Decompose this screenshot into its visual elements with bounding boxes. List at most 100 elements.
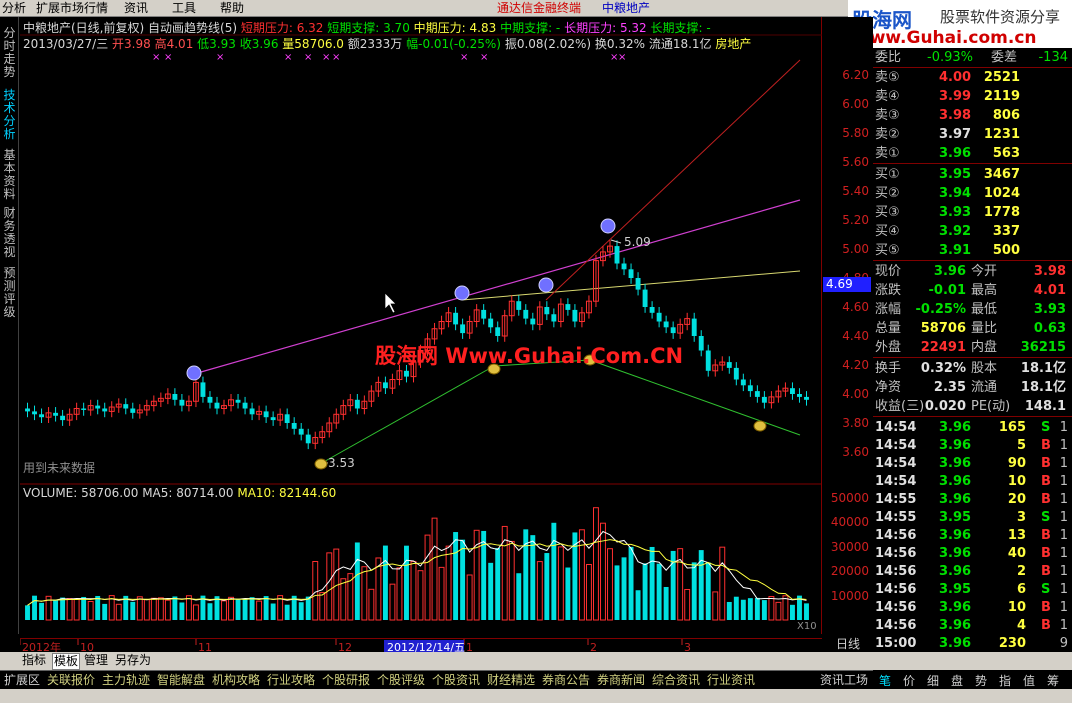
status-link[interactable]: 关联报价 bbox=[47, 673, 95, 687]
volume-bar-down bbox=[530, 535, 536, 620]
tab-technical[interactable]: 技术分析 bbox=[2, 89, 17, 141]
volume-bar-up bbox=[157, 597, 164, 621]
status-link[interactable]: 财经精选 bbox=[487, 673, 535, 687]
status-link[interactable]: 机构攻略 bbox=[212, 673, 260, 687]
short-pressure: 短期压力: 6.32 bbox=[240, 21, 324, 35]
stat-label: 内盘 bbox=[971, 340, 998, 355]
kline-chart[interactable]: 5.093.53× × × × × × × × × × ×X10 bbox=[20, 17, 822, 638]
stat-label: 最低 bbox=[971, 302, 998, 317]
candle-body-down bbox=[705, 350, 711, 371]
candle-body-down bbox=[670, 327, 676, 334]
tick-row: 14:54 3.96 90 B 1 bbox=[873, 454, 1072, 473]
status-link[interactable]: 综合资讯 bbox=[652, 673, 700, 687]
volume-bar-up bbox=[73, 598, 80, 621]
ask-label: 卖③ bbox=[875, 108, 900, 123]
quote-view-tab[interactable]: 细 bbox=[927, 672, 939, 689]
bid-volume: 500 bbox=[992, 243, 1020, 258]
quote-separator bbox=[873, 416, 1072, 417]
period-selector[interactable]: 日线 bbox=[823, 636, 873, 652]
tick-count: 1 bbox=[1059, 420, 1068, 435]
tab-manage[interactable]: 管理 bbox=[84, 653, 108, 668]
quote-view-tab[interactable]: 价 bbox=[903, 672, 915, 689]
status-link[interactable]: 行业资讯 bbox=[707, 673, 755, 687]
ask-row: 卖② 3.97 1231 bbox=[873, 125, 1072, 144]
support-bag-icon bbox=[753, 420, 767, 432]
candle-body-down bbox=[53, 412, 59, 416]
menu-item-tools[interactable]: 工具 bbox=[172, 1, 196, 15]
chart-area[interactable]: 5.09 3.53 × × × × × × × × × × × X10 中粮地产(日线,前复权) 自动画趋… bbox=[19, 17, 822, 654]
tab-fundamentals[interactable]: 基本资料 bbox=[2, 149, 17, 201]
tab-intraday[interactable]: 分时走势 bbox=[2, 27, 17, 79]
volume-bar-up bbox=[775, 601, 782, 621]
tick-time: 14:56 bbox=[875, 564, 917, 579]
tick-time: 14:56 bbox=[875, 600, 917, 615]
weibi-label: 委比 bbox=[875, 50, 902, 65]
tab-template[interactable]: 模板 bbox=[52, 653, 81, 670]
price-tick-label: 6.00 bbox=[842, 97, 869, 111]
status-link[interactable]: 资讯工场 bbox=[820, 673, 868, 687]
menu-item-news[interactable]: 资讯 bbox=[124, 1, 148, 15]
volume-bar-down bbox=[249, 597, 255, 620]
event-marker-icon: × bbox=[460, 52, 468, 63]
sector: 房地产 bbox=[715, 37, 752, 51]
quote-view-tab[interactable]: 筹 bbox=[1047, 672, 1059, 689]
stock-name-title: 中粮地产 bbox=[602, 1, 651, 15]
candle-body-down bbox=[565, 304, 571, 310]
tick-volume: 10 bbox=[1007, 600, 1026, 615]
price-tick-label: 5.40 bbox=[842, 184, 869, 198]
tick-time: 14:55 bbox=[875, 510, 917, 525]
volume-bar-up bbox=[684, 588, 691, 621]
quote-view-tab[interactable]: 值 bbox=[1023, 672, 1035, 689]
logo-url: www.Guhai.com.cn bbox=[854, 28, 1037, 48]
tick-count: 1 bbox=[1059, 618, 1068, 633]
tab-save-as[interactable]: 另存为 bbox=[115, 653, 151, 668]
menu-item-ext-market[interactable]: 扩展市场行情 bbox=[36, 1, 108, 15]
candle-body-down bbox=[761, 396, 767, 403]
volume-bar-down bbox=[39, 602, 45, 620]
tab-financials[interactable]: 财务透视 bbox=[2, 207, 17, 259]
quote-view-tab[interactable]: 势 bbox=[975, 672, 987, 689]
menu-item-analysis[interactable]: 分析 bbox=[2, 1, 26, 15]
status-link[interactable]: 个股评级 bbox=[377, 673, 425, 687]
tick-price: 3.96 bbox=[939, 420, 972, 435]
quote-view-tab[interactable]: 笔 bbox=[879, 672, 891, 689]
status-link[interactable]: 智能解盘 bbox=[157, 673, 205, 687]
volume-bar-down bbox=[284, 604, 290, 620]
stat-label: 总量 bbox=[875, 321, 902, 336]
tab-rating[interactable]: 预测评级 bbox=[2, 267, 17, 319]
candle-body-down bbox=[481, 309, 487, 319]
tick-time: 14:54 bbox=[875, 474, 917, 489]
stat-value: 2.35 bbox=[933, 380, 966, 395]
tab-indicator[interactable]: 指标 bbox=[22, 653, 46, 668]
status-link[interactable]: 个股资讯 bbox=[432, 673, 480, 687]
volume-bar-down bbox=[404, 545, 409, 620]
volume-bar-down bbox=[565, 567, 571, 620]
quote-view-tab[interactable]: 指 bbox=[999, 672, 1011, 689]
status-link[interactable]: 行业攻略 bbox=[267, 673, 315, 687]
candle-body-down bbox=[354, 399, 360, 409]
volume-bar-up bbox=[150, 597, 157, 621]
bid-price: 3.94 bbox=[939, 186, 972, 201]
tick-side: B bbox=[1041, 492, 1051, 507]
menu-item-help[interactable]: 帮助 bbox=[220, 1, 244, 15]
volume-bar-up bbox=[326, 552, 333, 621]
quote-view-tab[interactable]: 盘 bbox=[951, 672, 963, 689]
status-link[interactable]: 券商公告 bbox=[542, 673, 590, 687]
volume-bar-up bbox=[417, 570, 424, 621]
status-link[interactable]: 主力轨迹 bbox=[102, 673, 150, 687]
ask-label: 卖② bbox=[875, 127, 900, 142]
status-link[interactable]: 扩展区 bbox=[4, 673, 40, 687]
volume-bar-up bbox=[578, 529, 585, 621]
event-marker-icon: × bbox=[284, 52, 292, 63]
pressure-face-icon bbox=[186, 365, 202, 381]
status-link[interactable]: 个股研报 bbox=[322, 673, 370, 687]
volume-bar-up bbox=[228, 596, 234, 621]
app-title: 通达信金融终端 bbox=[497, 1, 582, 15]
tick-count: 1 bbox=[1059, 564, 1068, 579]
volume-bar-down bbox=[754, 597, 760, 620]
volume-bar-up bbox=[466, 574, 473, 621]
candle-body-down bbox=[39, 414, 45, 418]
ask-volume: 563 bbox=[992, 146, 1020, 161]
stat-label: 收益(三) bbox=[875, 399, 925, 414]
status-link[interactable]: 券商新闻 bbox=[597, 673, 645, 687]
